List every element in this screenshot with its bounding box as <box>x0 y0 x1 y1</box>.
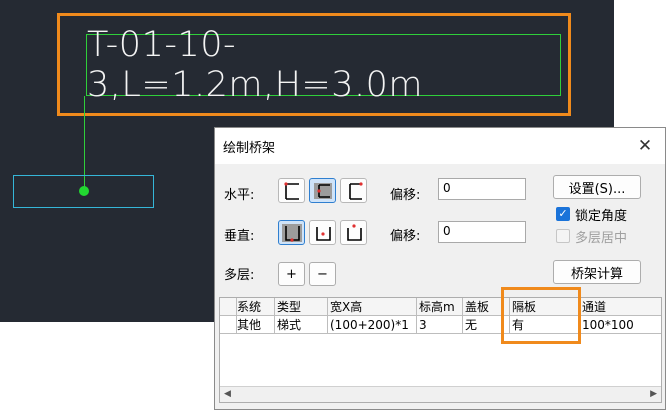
tray-label-frame[interactable]: T-01-10-3,L=1.2m,H=3.0m <box>86 25 561 105</box>
vertical-align-middle-button[interactable] <box>309 220 336 245</box>
column-header-system[interactable]: 系统 <box>237 298 275 316</box>
multilayer-label: 多层: <box>224 268 255 283</box>
cell-channel[interactable]: 100*100 <box>580 316 661 334</box>
vertical-align-top-button[interactable] <box>340 220 367 245</box>
close-icon[interactable]: ✕ <box>631 132 659 160</box>
tray-align-top-icon <box>347 224 362 241</box>
annotation-highlight-divider-column <box>501 287 581 344</box>
cell-size[interactable]: (100+200)*1 <box>328 316 417 334</box>
vertical-align-bottom-button[interactable] <box>278 220 305 245</box>
settings-button[interactable]: 设置(S)... <box>553 175 641 199</box>
lock-angle-checkbox[interactable]: ✓ <box>556 207 570 221</box>
dialog-titlebar[interactable]: 绘制桥架 ✕ <box>215 128 665 164</box>
multilayer-center-checkbox[interactable] <box>556 229 570 243</box>
remove-layer-button[interactable]: − <box>309 262 336 286</box>
column-header-size[interactable]: 宽X高 <box>328 298 417 316</box>
horizontal-offset-input[interactable]: 0 <box>438 178 526 200</box>
lock-angle-label[interactable]: 锁定角度 <box>575 205 627 224</box>
tray-grip-point[interactable] <box>79 186 89 196</box>
vertical-label: 垂直: <box>224 229 255 244</box>
horizontal-align-left-button[interactable] <box>278 178 305 203</box>
horizontal-align-right-button[interactable] <box>340 178 367 203</box>
row-selector[interactable] <box>220 316 237 334</box>
horizontal-label: 水平: <box>224 188 255 203</box>
tray-align-middle-icon <box>316 227 331 241</box>
cad-canvas-extension <box>586 0 614 128</box>
scroll-left-icon[interactable]: ◀ <box>224 389 231 399</box>
tray-align-top-left-icon <box>284 182 299 200</box>
vertical-offset-label: 偏移: <box>390 229 421 244</box>
horizontal-scrollbar[interactable]: ◀ ▶ <box>220 386 661 402</box>
cell-elevation[interactable]: 3 <box>417 316 463 334</box>
cell-type[interactable]: 梯式 <box>275 316 328 334</box>
dialog-title: 绘制桥架 <box>223 141 276 156</box>
tray-calculation-button[interactable]: 桥架计算 <box>553 260 641 284</box>
draw-cable-tray-dialog: 绘制桥架 ✕ 水平: 偏移: 0 设置(S)... ✓ 锁定角度 垂直: 偏移:… <box>214 127 666 410</box>
tray-align-center-icon <box>314 183 332 199</box>
column-header-elevation[interactable]: 标高m <box>417 298 463 316</box>
vertical-offset-input[interactable]: 0 <box>438 221 526 243</box>
tray-label-text: T-01-10-3,L=1.2m,H=3.0m <box>87 25 424 105</box>
horizontal-offset-label: 偏移: <box>390 188 421 203</box>
horizontal-align-center-button[interactable] <box>309 178 336 203</box>
scroll-right-icon[interactable]: ▶ <box>650 389 657 399</box>
tray-layer-table: 系统 类型 宽X高 标高m 盖板 隔板 通道 其他 梯式 (100+200)*1… <box>219 297 662 403</box>
tray-align-right-icon <box>349 182 363 200</box>
header-row-selector[interactable] <box>220 298 237 316</box>
column-header-channel[interactable]: 通道 <box>580 298 661 316</box>
column-header-type[interactable]: 类型 <box>275 298 328 316</box>
cell-system[interactable]: 其他 <box>237 316 275 334</box>
multilayer-center-label[interactable]: 多层居中 <box>575 227 627 246</box>
tray-align-bottom-icon <box>282 224 302 242</box>
add-layer-button[interactable]: + <box>278 262 305 286</box>
